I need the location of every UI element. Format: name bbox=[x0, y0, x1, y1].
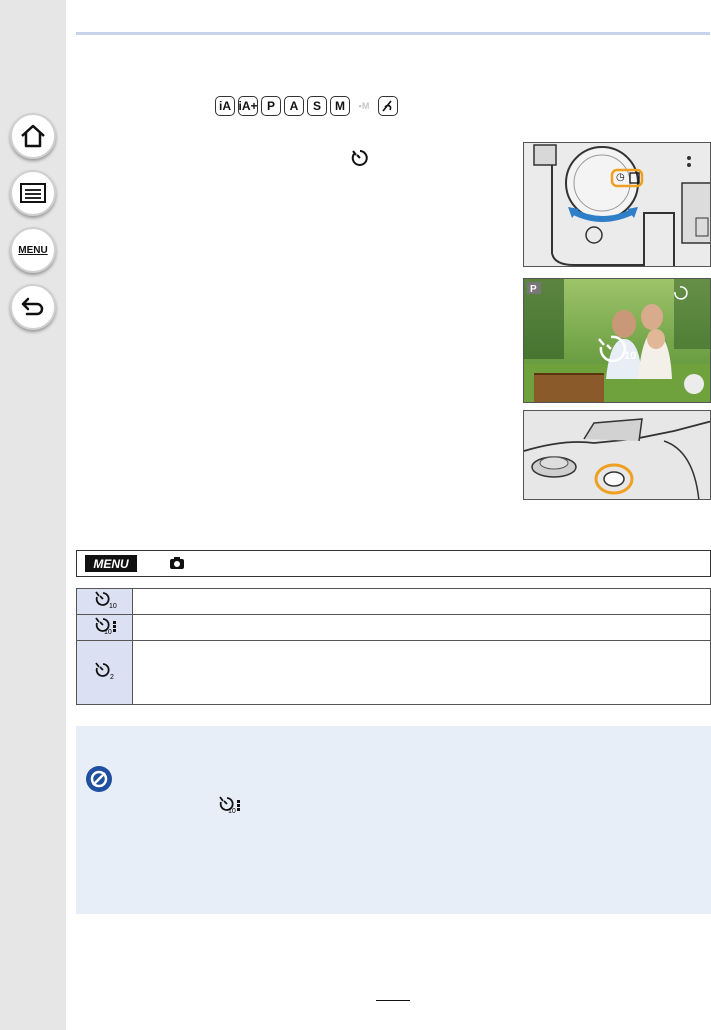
lcd-countdown-photo: P 10 bbox=[523, 278, 711, 403]
available-modes: iA iA+ P A S M ▪M bbox=[215, 96, 398, 116]
aperture-priority-mode-icon: A bbox=[284, 96, 304, 116]
not-available-note: 10 bbox=[76, 726, 711, 914]
table-row: 10 bbox=[76, 614, 711, 641]
intelligent-auto-mode-icon: iA bbox=[215, 96, 235, 116]
drive-dial-illustration: ◷ bbox=[523, 142, 711, 267]
rec-menu-camera-icon bbox=[169, 556, 185, 575]
menu-button[interactable]: MENU bbox=[10, 227, 56, 273]
page-number-underline bbox=[376, 1000, 410, 1001]
home-icon bbox=[21, 124, 45, 148]
manual-mode-icon: M bbox=[330, 96, 350, 116]
table-row: 10 bbox=[76, 588, 711, 615]
option-description bbox=[132, 614, 711, 641]
menu-icon: MENU bbox=[18, 244, 48, 256]
creative-control-mode-icon bbox=[378, 96, 398, 116]
creative-video-mode-icon: ▪M bbox=[353, 96, 375, 116]
option-description bbox=[132, 588, 711, 615]
shutter-priority-mode-icon: S bbox=[307, 96, 327, 116]
self-timer-10s-3-pictures-icon: 10 bbox=[76, 614, 133, 641]
lcd-mode-badge: P bbox=[530, 284, 537, 295]
svg-text:◷: ◷ bbox=[616, 172, 625, 183]
return-icon bbox=[21, 297, 44, 316]
svg-text:2: 2 bbox=[110, 674, 114, 680]
svg-text:10: 10 bbox=[109, 603, 117, 609]
home-button[interactable] bbox=[10, 113, 56, 159]
creative-control-icon bbox=[382, 100, 392, 112]
self-timer-10s-3-pictures-icon: 10 bbox=[216, 794, 244, 819]
menu-badge: MENU bbox=[85, 555, 137, 572]
not-available-icon bbox=[84, 764, 114, 799]
menu-path-bar: MENU bbox=[76, 550, 711, 577]
shutter-button-illustration bbox=[523, 410, 711, 500]
table-row: 2 bbox=[76, 640, 711, 705]
intelligent-auto-plus-mode-icon: iA+ bbox=[238, 96, 258, 116]
sidebar: MENU bbox=[0, 0, 66, 1030]
header-rule bbox=[76, 32, 710, 35]
self-timer-options-table: 10 10 2 bbox=[76, 588, 711, 705]
self-timer-inline-icon bbox=[350, 148, 370, 173]
contents-button[interactable] bbox=[10, 170, 56, 216]
self-timer-10s-icon: 10 bbox=[76, 588, 133, 615]
option-description bbox=[132, 640, 711, 705]
svg-text:10: 10 bbox=[104, 629, 112, 635]
self-timer-2s-icon: 2 bbox=[76, 640, 133, 705]
program-mode-icon: P bbox=[261, 96, 281, 116]
list-icon bbox=[20, 183, 46, 203]
back-button[interactable] bbox=[10, 284, 56, 330]
lcd-countdown: 10 bbox=[624, 350, 636, 362]
svg-text:10: 10 bbox=[228, 808, 236, 814]
